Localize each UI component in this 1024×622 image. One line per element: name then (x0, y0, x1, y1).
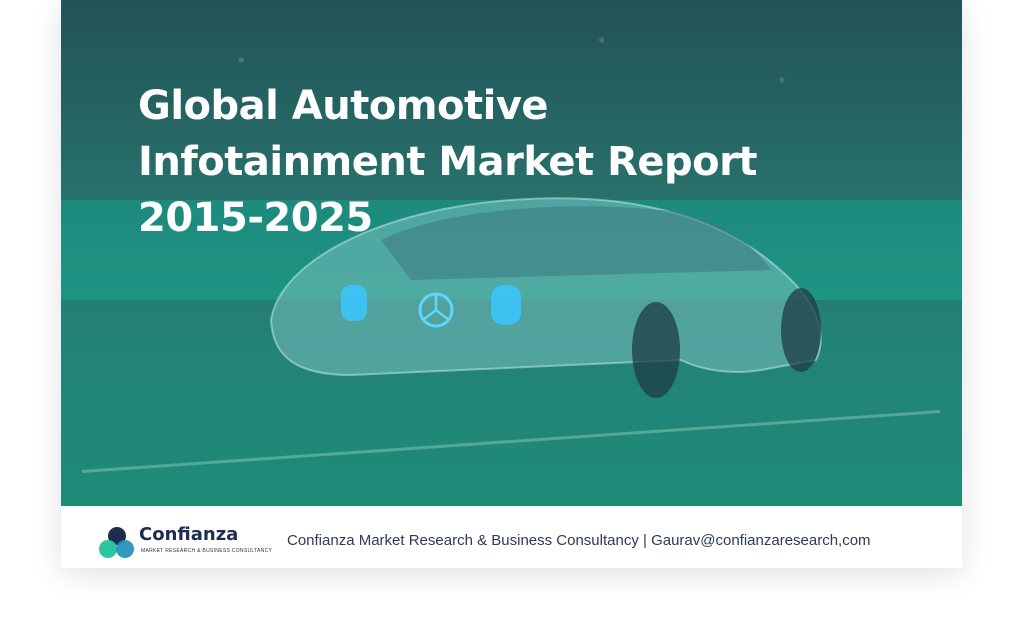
report-cover: Global Automotive Infotainment Market Re… (61, 0, 962, 568)
logo-circles-icon (99, 527, 134, 558)
logo-tagline: MARKET RESEARCH & BUSINESS CONSULTANCY (141, 548, 273, 554)
title-line-1: Global Automotive (138, 83, 549, 129)
footer-bar: Confianza MARKET RESEARCH & BUSINESS CON… (61, 514, 962, 568)
title-line-3: 2015-2025 (138, 195, 373, 241)
hero-banner: Global Automotive Infotainment Market Re… (61, 0, 962, 506)
contact-text: Confianza Market Research & Business Con… (287, 532, 871, 549)
logo-name: Confianza (139, 524, 239, 545)
report-title: Global Automotive Infotainment Market Re… (138, 78, 898, 246)
title-line-2: Infotainment Market Report (138, 139, 758, 185)
